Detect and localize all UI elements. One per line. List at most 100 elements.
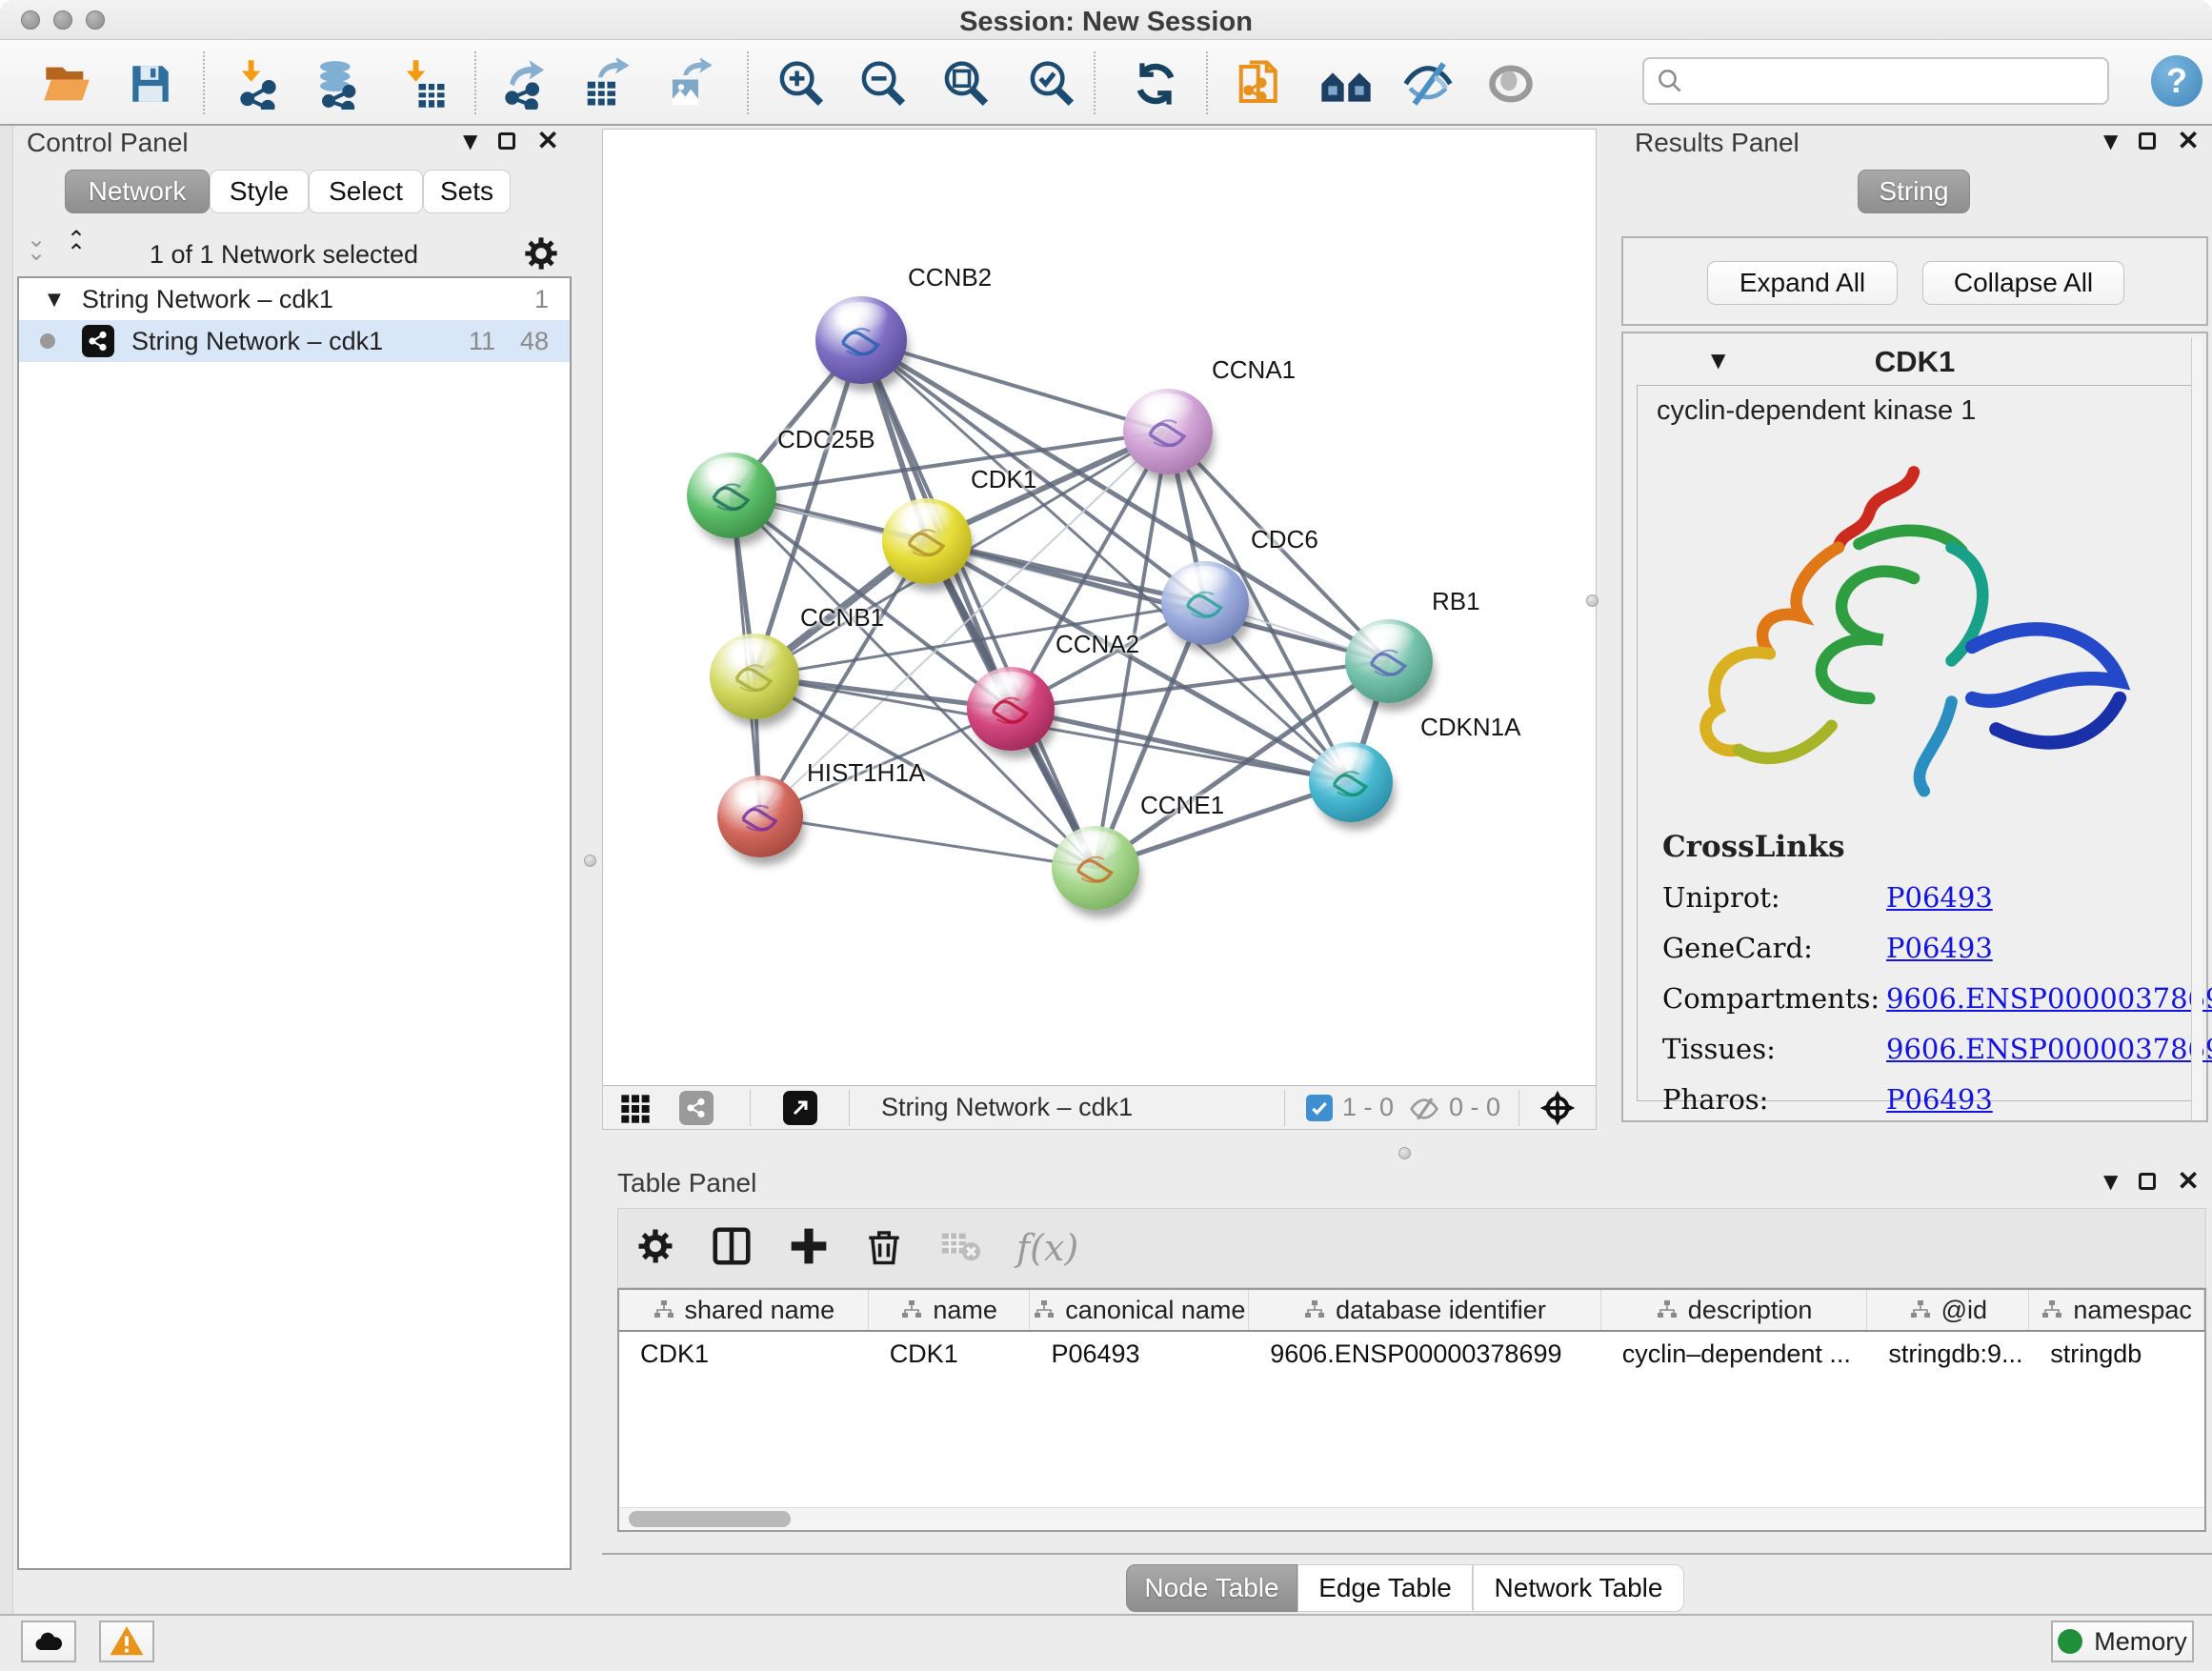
toolbar-search-field[interactable] <box>1642 57 2109 105</box>
import-network-database-icon[interactable] <box>311 57 364 111</box>
network-share-view-icon[interactable] <box>679 1091 714 1125</box>
tab-node-table[interactable]: Node Table <box>1126 1564 1297 1612</box>
column-header-1[interactable]: shared name <box>619 1290 869 1330</box>
grid-view-icon[interactable] <box>620 1094 651 1129</box>
close-panel-icon[interactable]: ✕ <box>2177 1168 2199 1195</box>
column-header-7[interactable]: namespac <box>2029 1290 2204 1330</box>
tab-style[interactable]: Style <box>210 170 309 213</box>
tab-select[interactable]: Select <box>309 170 423 213</box>
cloud-status-button[interactable] <box>21 1621 76 1662</box>
table-cell[interactable]: stringdb:9... <box>1867 1332 2029 1376</box>
new-network-from-file-icon[interactable] <box>1234 57 1287 111</box>
zoom-fit-icon[interactable] <box>938 57 992 111</box>
network-node-ccnb2[interactable] <box>815 296 907 384</box>
network-edge[interactable] <box>861 340 1096 868</box>
table-cell[interactable]: CDK1 <box>869 1332 1031 1376</box>
network-node-ccnb1[interactable] <box>710 634 799 719</box>
crosslink-link[interactable]: 9606.ENSP00000378699 <box>1886 1033 2212 1065</box>
tab-edge-table[interactable]: Edge Table <box>1297 1564 1473 1612</box>
crosslink-link[interactable]: P06493 <box>1886 881 1993 914</box>
table-settings-gear-icon[interactable] <box>635 1226 675 1271</box>
column-header-5[interactable]: description <box>1601 1290 1868 1330</box>
network-edge[interactable] <box>760 816 1096 868</box>
network-tree-row-selected[interactable]: String Network – cdk1 11 48 <box>19 320 570 362</box>
table-horizontal-scrollbar[interactable] <box>619 1507 2204 1530</box>
horizontal-splitter-handle[interactable] <box>1398 1147 1411 1159</box>
delete-table-icon[interactable] <box>938 1224 982 1273</box>
tab-sets[interactable]: Sets <box>423 170 511 213</box>
network-node-ccna1[interactable] <box>1123 389 1213 474</box>
expand-all-button[interactable]: Expand All <box>1707 261 1898 305</box>
tab-network[interactable]: Network <box>65 170 210 213</box>
column-header-3[interactable]: canonical name <box>1030 1290 1249 1330</box>
table-row[interactable]: CDK1CDK1P064939606.ENSP00000378699cyclin… <box>619 1332 2204 1376</box>
delete-column-icon[interactable] <box>864 1226 904 1271</box>
table-cell[interactable]: stringdb <box>2029 1332 2204 1376</box>
tree-expander-icon[interactable]: ▼ <box>48 290 61 310</box>
import-table-file-icon[interactable] <box>396 57 450 111</box>
selected-checkbox-icon[interactable] <box>1306 1095 1333 1121</box>
tab-network-table[interactable]: Network Table <box>1473 1564 1684 1612</box>
column-header-6[interactable]: @id <box>1867 1290 2029 1330</box>
first-neighbors-icon[interactable] <box>1319 57 1373 111</box>
table-cell[interactable]: 9606.ENSP00000378699 <box>1249 1332 1601 1376</box>
export-table-icon[interactable] <box>580 57 633 111</box>
birdseye-view-icon[interactable] <box>783 1091 817 1125</box>
network-edge[interactable] <box>861 340 1168 432</box>
float-panel-icon[interactable] <box>498 132 515 150</box>
left-splitter-handle[interactable] <box>584 855 596 867</box>
network-node-cdc25b[interactable] <box>687 453 776 538</box>
column-header-4[interactable]: database identifier <box>1249 1290 1601 1330</box>
network-node-rb1[interactable] <box>1345 619 1433 703</box>
save-session-icon[interactable] <box>124 57 177 111</box>
table-cell[interactable]: P06493 <box>1030 1332 1249 1376</box>
export-network-icon[interactable] <box>498 57 552 111</box>
hide-selected-eye-slash-icon[interactable] <box>1401 57 1455 111</box>
network-node-cdkn1a[interactable] <box>1309 742 1393 822</box>
warnings-button[interactable] <box>99 1621 154 1662</box>
right-splitter-handle[interactable] <box>1586 594 1599 607</box>
float-panel-icon[interactable] <box>2139 132 2156 150</box>
network-node-ccne1[interactable] <box>1052 826 1139 910</box>
export-image-icon[interactable] <box>663 57 716 111</box>
refresh-icon[interactable] <box>1129 57 1182 111</box>
add-column-icon[interactable] <box>788 1225 830 1272</box>
import-network-file-icon[interactable] <box>231 57 285 111</box>
collapse-panel-icon[interactable]: ▼ <box>2103 130 2118 152</box>
table-cell[interactable]: cyclin–dependent ... <box>1601 1332 1868 1376</box>
crosslink-link[interactable]: 9606.ENSP00000378699 <box>1886 982 2212 1015</box>
toolbar-separator <box>747 51 749 114</box>
collapse-all-button[interactable]: Collapse All <box>1922 261 2124 305</box>
crosslink-link[interactable]: P06493 <box>1886 932 1993 964</box>
results-scrollbar[interactable] <box>2191 337 2202 1120</box>
zoom-out-icon[interactable] <box>855 57 909 111</box>
zoom-in-icon[interactable] <box>774 57 827 111</box>
network-node-cdc6[interactable] <box>1161 561 1249 645</box>
collapse-panel-icon[interactable]: ▼ <box>2103 1170 2118 1193</box>
network-node-cdk1[interactable] <box>882 498 972 584</box>
column-header-2[interactable]: name <box>869 1290 1031 1330</box>
close-panel-icon[interactable]: ✕ <box>2177 128 2199 154</box>
network-tree-root-row[interactable]: ▼ String Network – cdk1 1 <box>19 278 570 320</box>
search-input[interactable] <box>1684 66 2107 97</box>
collapse-panel-icon[interactable]: ▼ <box>463 130 477 152</box>
help-button[interactable]: ? <box>2151 55 2202 107</box>
show-all-eye-icon[interactable] <box>1484 57 1538 111</box>
select-columns-icon[interactable] <box>710 1224 754 1273</box>
crosslink-link[interactable]: P06493 <box>1886 1083 1993 1116</box>
function-builder-icon[interactable]: f(x) <box>1016 1227 1078 1269</box>
open-session-icon[interactable] <box>40 57 93 111</box>
memory-button[interactable]: Memory <box>2051 1621 2194 1662</box>
network-node-hist1h1a[interactable] <box>717 775 803 857</box>
column-type-icon <box>1033 1299 1056 1321</box>
network-node-ccna2[interactable] <box>967 667 1055 751</box>
network-options-gear-icon[interactable] <box>522 234 560 277</box>
table-cell[interactable]: CDK1 <box>619 1332 869 1376</box>
float-panel-icon[interactable] <box>2139 1173 2156 1190</box>
network-canvas[interactable]: CCNB2CCNA1CDC25BCDK1CDC6RB1CCNB1CCNA2CDK… <box>603 130 1596 1085</box>
crosshair-pan-icon[interactable] <box>1538 1089 1577 1132</box>
tab-string[interactable]: String <box>1858 170 1970 213</box>
zoom-selected-icon[interactable] <box>1024 57 1077 111</box>
scrollbar-thumb[interactable] <box>629 1511 791 1527</box>
close-panel-icon[interactable]: ✕ <box>536 128 558 154</box>
